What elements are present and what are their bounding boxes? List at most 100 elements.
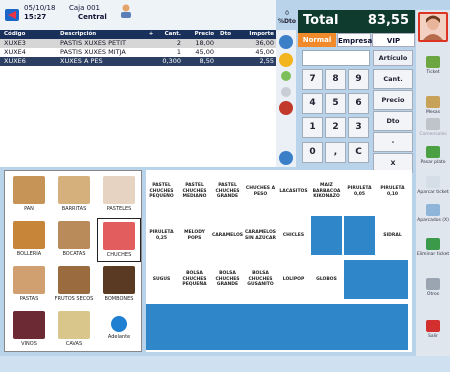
ticket-icon: [426, 56, 440, 68]
product-button[interactable]: SIDRAL: [377, 216, 408, 255]
category-bolleria[interactable]: BOLLERIA: [7, 218, 51, 262]
aparcados-tool[interactable]: Aparcados (X): [416, 204, 450, 223]
product-button[interactable]: GLOBOS: [311, 260, 342, 299]
keypad-display[interactable]: [302, 50, 370, 66]
category-pasteles[interactable]: PASTELES: [97, 173, 141, 217]
product-button[interactable]: LOLIPOP: [278, 260, 309, 299]
product-button[interactable]: PASTEL CHUCHES PEQUEÑO: [146, 172, 177, 211]
category-cavas[interactable]: CAVAS: [52, 308, 96, 352]
product-button[interactable]: PASTEL CHUCHES GRANDE: [212, 172, 243, 211]
product-button[interactable]: PIRULETA 0,10: [377, 172, 408, 211]
mesas-tool-label: Mesas: [425, 110, 441, 115]
mode-normal-button[interactable]: Normal: [298, 33, 336, 47]
product-button[interactable]: PASTEL CHUCHES MEDIANO: [179, 172, 210, 211]
mode-vip-button[interactable]: VIP: [372, 33, 415, 47]
location-label: Central: [78, 13, 107, 21]
delete-line-icon[interactable]: [279, 101, 293, 115]
category-chuches[interactable]: CHUCHES: [97, 218, 141, 262]
mode-empresa-button[interactable]: Empresa: [337, 33, 372, 47]
product-button[interactable]: CHUCHES A PESO: [245, 172, 276, 211]
pasar-plato-tool-label: Pasar plato: [420, 160, 446, 165]
pasar-plato-tool[interactable]: Pasar plato: [416, 146, 450, 165]
key-3[interactable]: 3: [348, 117, 369, 138]
cake-icon: [103, 176, 135, 204]
row-cant: 2: [176, 39, 181, 47]
trash-icon: [426, 238, 440, 250]
product-button[interactable]: PIRULETA 0,25: [146, 216, 177, 255]
key-6[interactable]: 6: [348, 93, 369, 114]
category-frutos-secos[interactable]: FRUTOS SECOS: [52, 263, 96, 307]
cant-button[interactable]: Cant.: [373, 69, 413, 89]
leaf-icon[interactable]: [281, 71, 291, 81]
eliminar-ticket-tool[interactable]: Eliminar ticket: [416, 238, 450, 257]
category-barritas[interactable]: BARRITAS: [52, 173, 96, 217]
table-row-selected[interactable]: XUXE6 XUXES A PES 0,300 8,50 2,55: [0, 57, 276, 66]
row-importe: 36,00: [255, 39, 274, 47]
category-label: FRUTOS SECOS: [54, 296, 94, 302]
key-clear[interactable]: C: [348, 142, 369, 163]
category-label: PAN: [24, 206, 34, 212]
category-vinos[interactable]: VINOS: [7, 308, 51, 352]
scroll-down-icon[interactable]: [279, 151, 293, 165]
articulo-button[interactable]: Artículo: [373, 50, 413, 66]
candy-icon: [103, 222, 135, 250]
category-bocatas[interactable]: BOCATAS: [52, 218, 96, 262]
key-8[interactable]: 8: [325, 69, 346, 90]
discount-value: 0: [285, 10, 289, 17]
product-empty-slot: [344, 216, 375, 255]
product-button[interactable]: CARAMELOS: [212, 216, 243, 255]
salir-tool[interactable]: Salir: [416, 320, 450, 339]
row-codigo: XUXE4: [4, 48, 26, 56]
key-2[interactable]: 2: [325, 117, 346, 138]
category-bombones[interactable]: BOMBONES: [97, 263, 141, 307]
user-avatar[interactable]: [418, 12, 448, 42]
add-line-button[interactable]: +: [142, 30, 156, 39]
discount-indicator[interactable]: 0 %Dto: [276, 10, 298, 30]
wine-icon: [13, 311, 45, 339]
note-icon[interactable]: [281, 87, 291, 97]
mesas-tool[interactable]: Mesas: [416, 96, 450, 115]
key-1[interactable]: 1: [302, 117, 323, 138]
product-button[interactable]: PIRULETA 0,05: [344, 172, 375, 211]
product-button[interactable]: SUGUS: [146, 260, 177, 299]
ticket-tool[interactable]: Ticket: [416, 56, 450, 75]
datetime: 05/10/18 15:27: [24, 4, 55, 22]
product-button[interactable]: BOLSA CHUCHES GRANDE: [212, 260, 243, 299]
key-5[interactable]: 5: [325, 93, 346, 114]
product-button[interactable]: MAIZ BARBACOA KIKONAZO: [311, 172, 342, 211]
product-button[interactable]: LACASITOS: [278, 172, 309, 211]
minus-button[interactable]: -: [373, 132, 413, 152]
total-label: Total: [303, 13, 339, 28]
dto-button[interactable]: Dto: [373, 111, 413, 131]
eliminar-ticket-tool-label: Eliminar ticket: [416, 252, 450, 257]
row-dto: [216, 39, 230, 48]
table-row[interactable]: XUXE4 PASTIS XUXES MITJA 1 45,00 45,00: [0, 48, 276, 57]
category-pastas[interactable]: PASTAS: [7, 263, 51, 307]
key-7[interactable]: 7: [302, 69, 323, 90]
scroll-up-icon[interactable]: [279, 35, 293, 49]
otros-tool[interactable]: Otros: [416, 278, 450, 297]
product-button[interactable]: CHICLES: [278, 216, 309, 255]
table-row[interactable]: XUXE3 PASTIS XUXES PETIT 2 18,00 36,00: [0, 39, 276, 48]
comensales-tool[interactable]: Comensales: [416, 118, 450, 137]
product-button[interactable]: MELODY POPS: [179, 216, 210, 255]
category-adelante[interactable]: Adelante: [97, 308, 141, 352]
row-importe: 45,00: [255, 48, 274, 56]
row-codigo: XUXE3: [4, 39, 26, 47]
category-label: VINOS: [21, 341, 37, 347]
key-0[interactable]: 0: [302, 142, 323, 163]
product-empty-area: [344, 260, 408, 299]
precio-button[interactable]: Precio: [373, 90, 413, 110]
aparcar-ticket-tool[interactable]: Aparcar ticket: [416, 176, 450, 195]
star-icon[interactable]: [279, 53, 293, 67]
product-button[interactable]: CARAMELOS SIN AZÚCAR: [245, 216, 276, 255]
product-button[interactable]: BOLSA CHUCHES GUSANITO: [245, 260, 276, 299]
key-4[interactable]: 4: [302, 93, 323, 114]
product-button[interactable]: BOLSA CHUCHES PEQUEÑA: [179, 260, 210, 299]
park-ticket-icon: [426, 176, 440, 188]
cashier-icon[interactable]: [118, 3, 134, 19]
key-comma[interactable]: ,: [325, 142, 346, 163]
key-9[interactable]: 9: [348, 69, 369, 90]
category-pan[interactable]: PAN: [7, 173, 51, 217]
category-label: BARRITAS: [61, 206, 87, 212]
